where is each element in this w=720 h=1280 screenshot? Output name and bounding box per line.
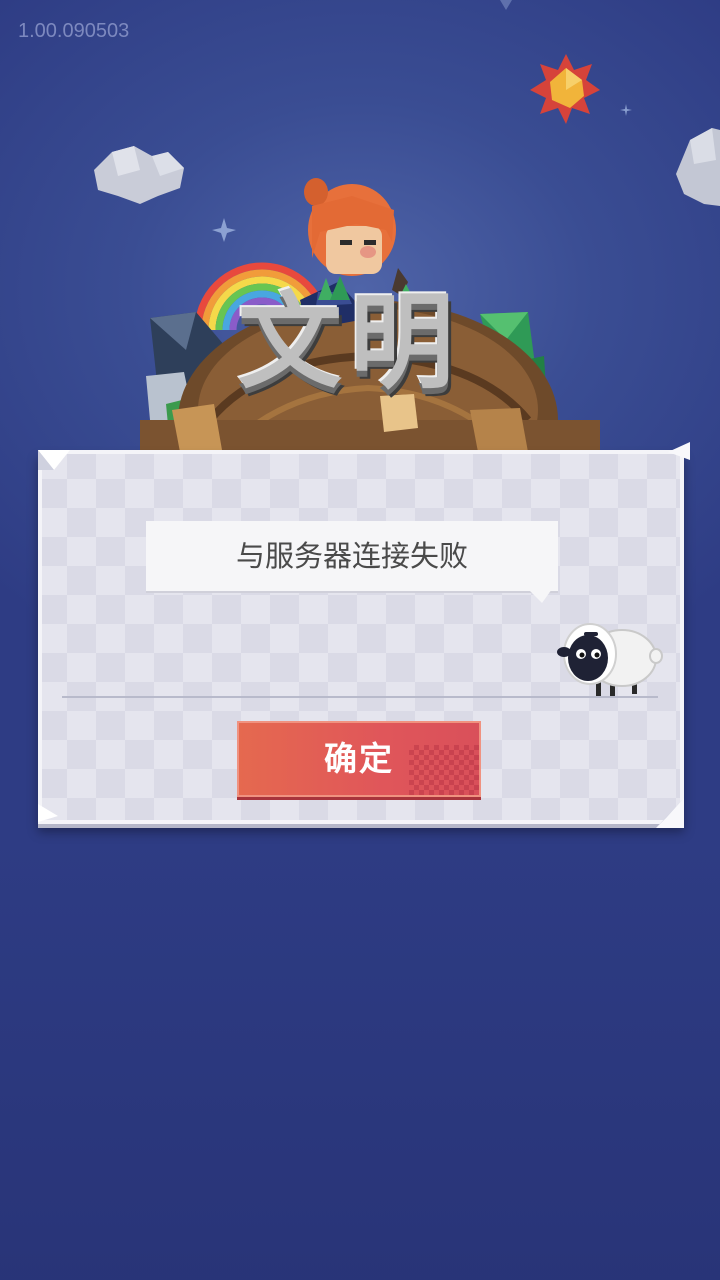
error-message: 与服务器连接失败 xyxy=(235,539,468,573)
fold-corner-icon xyxy=(38,450,70,470)
logo-char-1: 文 xyxy=(238,281,343,403)
dialog-divider xyxy=(62,696,658,698)
message-box: 与服务器连接失败 xyxy=(146,521,558,603)
cloud-icon xyxy=(94,146,184,204)
error-dialog: 与服务器连接失败 确定 xyxy=(38,442,690,830)
sheep-icon xyxy=(557,623,663,696)
fold-corner-icon xyxy=(656,798,684,828)
fold-corner-icon xyxy=(668,442,690,460)
confirm-button-label: 确定 xyxy=(324,739,394,778)
fold-corner-icon xyxy=(38,804,58,822)
speech-tail-icon xyxy=(528,589,552,603)
cloud-icon xyxy=(676,128,720,206)
background-fade xyxy=(0,830,720,1280)
app-screen: 1.00.090503 文 明 与服务器连接失败 确定 xyxy=(0,0,720,1280)
sun-icon xyxy=(530,54,600,124)
sparkle-icon xyxy=(212,0,632,242)
logo-char-2: 明 xyxy=(350,281,455,403)
confirm-button[interactable]: 确定 xyxy=(237,721,481,797)
